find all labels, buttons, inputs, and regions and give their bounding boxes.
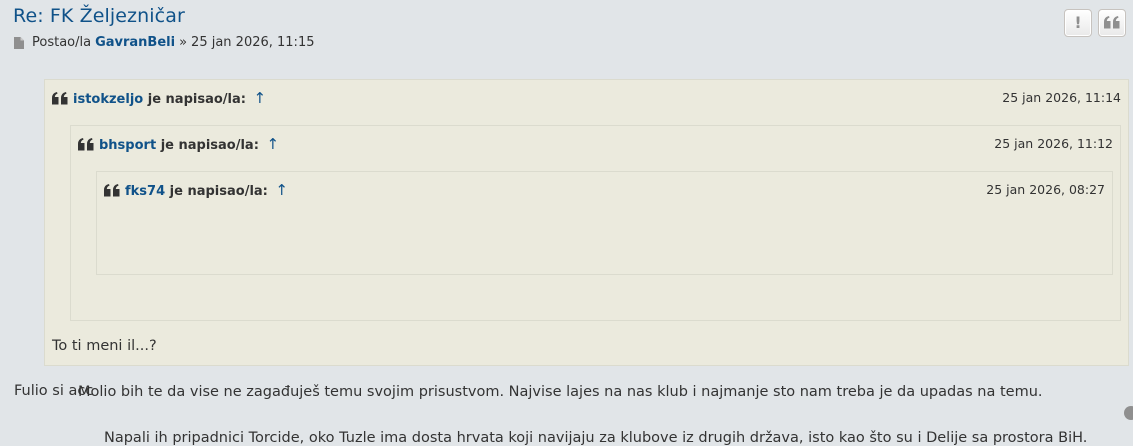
post-title[interactable]: Re: FK Željezničar — [13, 5, 185, 27]
quote-wrote-label: je napisao/la: — [169, 184, 268, 199]
post-actions: ! — [1064, 9, 1126, 37]
post-date: 25 jan 2026, 11:15 — [191, 35, 315, 50]
quote-author-link[interactable]: istokzeljo — [73, 92, 143, 107]
post-meta-prefix: Postao/la — [32, 35, 92, 50]
quote-author-link[interactable]: fks74 — [125, 184, 165, 199]
quote-icon — [104, 184, 120, 201]
report-button[interactable]: ! — [1064, 9, 1092, 37]
quote-text-inner: Napali ih pripadnici Torcide, oko Tuzle … — [104, 430, 1088, 446]
quote-wrote-label: je napisao/la: — [160, 138, 259, 153]
quote-block-inner: fks74 je napisao/la: ↑ 25 jan 2026, 08:2… — [96, 171, 1113, 446]
quote-cite-outer: istokzeljo je napisao/la: ↑ 25 jan 2026,… — [52, 89, 1121, 107]
quote-date: 25 jan 2026, 11:14 — [1002, 90, 1121, 105]
quote-cite-middle: bhsport je napisao/la: ↑ 25 jan 2026, 11… — [78, 135, 1113, 153]
document-icon — [14, 36, 24, 49]
post-author-link[interactable]: GavranBeli — [95, 35, 175, 50]
post-meta: Postao/la GavranBeli » 25 jan 2026, 11:1… — [14, 35, 314, 50]
scroll-corner-icon[interactable] — [1124, 406, 1133, 420]
quote-author-link[interactable]: bhsport — [99, 138, 156, 153]
quote-icon — [1104, 14, 1120, 33]
quote-block-middle: bhsport je napisao/la: ↑ 25 jan 2026, 11… — [70, 125, 1121, 446]
quote-icon — [52, 92, 68, 109]
quote-date: 25 jan 2026, 08:27 — [986, 182, 1105, 197]
quote-text-middle: Molio bih te da vise ne zagađuješ temu s… — [78, 384, 1043, 400]
quote-cite-inner: fks74 je napisao/la: ↑ 25 jan 2026, 08:2… — [104, 181, 1105, 199]
quote-wrote-label: je napisao/la: — [147, 92, 246, 107]
arrow-up-icon[interactable]: ↑ — [275, 181, 288, 199]
quote-button[interactable] — [1098, 9, 1126, 37]
quote-icon — [78, 138, 94, 155]
post-meta-separator: » — [179, 35, 188, 50]
quote-block-outer: istokzeljo je napisao/la: ↑ 25 jan 2026,… — [44, 79, 1129, 446]
quote-date: 25 jan 2026, 11:12 — [994, 136, 1113, 151]
arrow-up-icon[interactable]: ↑ — [254, 89, 267, 107]
arrow-up-icon[interactable]: ↑ — [266, 135, 279, 153]
quote-text-outer: To ti meni il...? — [52, 338, 157, 354]
exclamation-icon: ! — [1074, 13, 1082, 32]
forum-post: Re: FK Željezničar Postao/la GavranBeli … — [0, 0, 1133, 446]
post-body: Fulio si acc — [14, 383, 94, 399]
